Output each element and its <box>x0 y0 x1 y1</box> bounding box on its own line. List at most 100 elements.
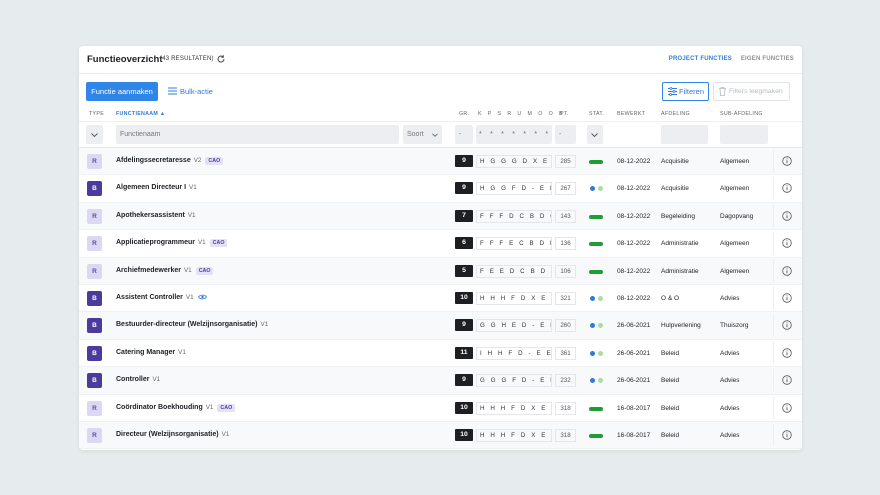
info-icon[interactable] <box>782 402 792 413</box>
add-function-button[interactable]: Functie aanmaken <box>86 82 158 101</box>
type-badge: R <box>87 427 102 443</box>
edited-date: 16-08-2017 <box>617 404 651 412</box>
trash-icon <box>719 87 726 96</box>
table-row[interactable]: B Algemeen Directeur IV1 9H G G F D - E E … <box>79 175 802 203</box>
edited-date: 26-06-2021 <box>617 349 651 357</box>
function-name[interactable]: Bestuurder-directeur (Welzijnsorganisati… <box>116 321 268 328</box>
info-icon[interactable] <box>782 156 792 166</box>
department: Begeleiding <box>661 212 695 220</box>
sub-department: Thuiszorg <box>720 322 749 330</box>
function-name[interactable]: Catering Manager V1 <box>116 349 186 356</box>
divider <box>773 177 774 200</box>
function-name[interactable]: Directeur (Welzijnsorganisatie) V1 <box>116 431 229 438</box>
info-icon[interactable] <box>782 430 792 440</box>
status-dot-green <box>598 378 603 384</box>
info-icon[interactable] <box>782 348 792 358</box>
status-dot-blue <box>590 323 595 329</box>
points-value: 143 <box>555 209 576 223</box>
name-filter-input[interactable]: Functienaam <box>116 125 399 144</box>
eye-icon <box>197 294 207 300</box>
edited-date: 26-06-2021 <box>617 377 651 385</box>
info-icon[interactable] <box>782 238 792 248</box>
sub-department: Algemeen <box>720 185 750 193</box>
score-codes: G G G F D - E D - <box>476 374 552 388</box>
table-row[interactable]: R ApothekersassistentV1 7F F F D C B D C D… <box>79 202 802 231</box>
info-icon[interactable] <box>782 211 792 221</box>
gr-filter[interactable]: - <box>455 125 473 144</box>
codes-filter[interactable]: * * * * * * * * * <box>476 125 570 144</box>
divider <box>773 204 774 227</box>
function-name[interactable]: Afdelingssecretaresse V2 CAO <box>116 157 224 165</box>
info-icon[interactable] <box>782 320 792 331</box>
col-stat: STAT. <box>589 111 605 117</box>
clear-filters-button[interactable]: Filters leegmaken <box>713 82 790 101</box>
subdept-filter[interactable] <box>720 125 768 144</box>
bulk-action-label: Bulk-actie <box>180 87 213 96</box>
function-name[interactable]: Archiefmedewerker V1 CAO <box>116 266 214 275</box>
score-codes: H G G G D X E E X <box>476 155 552 168</box>
status-dot-green <box>598 295 603 301</box>
sliders-icon <box>668 87 677 96</box>
sub-department: Advies <box>720 349 740 357</box>
table-row[interactable]: B Assistent ControllerV1 10H H H F D X E E… <box>79 285 802 313</box>
table-row[interactable]: B Catering ManagerV1 11I H H F D - E E -36… <box>79 340 802 368</box>
function-name[interactable]: Coördinator Boekhouding V1 CAO <box>116 403 236 412</box>
points-value: 260 <box>555 319 576 333</box>
tab-eigen-functies[interactable]: EIGEN FUNCTIES <box>741 56 794 62</box>
sort-select[interactable]: Soort <box>403 125 442 144</box>
info-icon[interactable] <box>782 375 792 385</box>
type-badge: R <box>87 154 102 169</box>
divider <box>773 341 774 364</box>
bulk-action-button[interactable]: Bulk-actie <box>168 82 213 101</box>
department: Administratie <box>661 267 699 275</box>
cao-badge: CAO <box>217 403 236 412</box>
function-name[interactable]: Algemeen Directeur I V1 <box>116 184 197 191</box>
type-badge: B <box>87 345 102 361</box>
score-codes: F F F D C B D C D <box>476 209 552 223</box>
function-overview-card: Functieoverzicht (43 RESULTATEN) PROJECT… <box>79 46 802 450</box>
chevron-down-icon <box>591 133 598 137</box>
dept-filter[interactable] <box>661 125 708 144</box>
col-name[interactable]: FUNCTIENAAM ▲ <box>116 111 165 117</box>
version-label: V1 <box>189 184 197 192</box>
status-indicator <box>589 433 603 438</box>
filter-button[interactable]: Filteren <box>662 82 709 101</box>
sub-department: Advies <box>720 404 740 412</box>
points-value: 318 <box>555 401 576 415</box>
refresh-icon[interactable] <box>216 54 226 64</box>
divider <box>773 314 774 337</box>
status-indicator <box>589 214 603 219</box>
info-icon[interactable] <box>782 183 792 194</box>
table-row[interactable]: R Afdelingssecretaresse V2 CAO 9 H G G G D X … <box>79 148 802 176</box>
type-badge: B <box>87 373 102 389</box>
grade-badge: 9 <box>455 319 473 332</box>
table-row[interactable]: R Directeur (Welzijnsorganisatie) V1 10 H H … <box>79 421 802 450</box>
table-row[interactable]: R Coördinator Boekhouding V1 CAO 10 H H H F D… <box>79 395 802 422</box>
version-label: V1 <box>197 239 206 247</box>
department: Beleid <box>661 377 680 385</box>
divider <box>773 150 774 172</box>
pt-filter[interactable]: - <box>555 125 576 144</box>
function-name[interactable]: Applicatieprogrammeur V1 CAO <box>116 239 228 248</box>
status-dot-blue <box>590 350 595 356</box>
info-icon[interactable] <box>782 293 792 303</box>
table-row[interactable]: B ControllerV1 9G G G F D - E D -232 26-06-… <box>79 367 802 395</box>
table-row[interactable]: B Bestuurder-directeur (Welzijnsorganisat… <box>79 312 802 340</box>
department: Beleid <box>661 349 680 357</box>
function-name[interactable]: Apothekersassistent V1 <box>116 212 196 219</box>
col-subdept: SUB-AFDELING <box>720 111 763 117</box>
function-name[interactable]: Assistent Controller V1 <box>116 294 207 301</box>
table-row[interactable]: R Applicatieprogrammeur V1 CAO 6 F F F E C B … <box>79 230 802 258</box>
sub-department: Algemeen <box>720 240 750 248</box>
function-name[interactable]: Controller V1 <box>116 376 160 383</box>
type-filter[interactable] <box>86 125 103 144</box>
version-label: V1 <box>178 348 186 356</box>
stat-filter[interactable] <box>587 125 603 144</box>
points-value: 361 <box>555 346 576 360</box>
info-icon[interactable] <box>782 265 792 276</box>
tab-bar: PROJECT FUNCTIES EIGEN FUNCTIES <box>662 56 794 62</box>
department: Administratie <box>661 240 699 248</box>
type-badge: B <box>87 181 102 197</box>
table-row[interactable]: R Archiefmedewerker V1 CAO 5 F E E D C B D X1… <box>79 257 802 285</box>
tab-project-functies[interactable]: PROJECT FUNCTIES <box>669 56 732 62</box>
